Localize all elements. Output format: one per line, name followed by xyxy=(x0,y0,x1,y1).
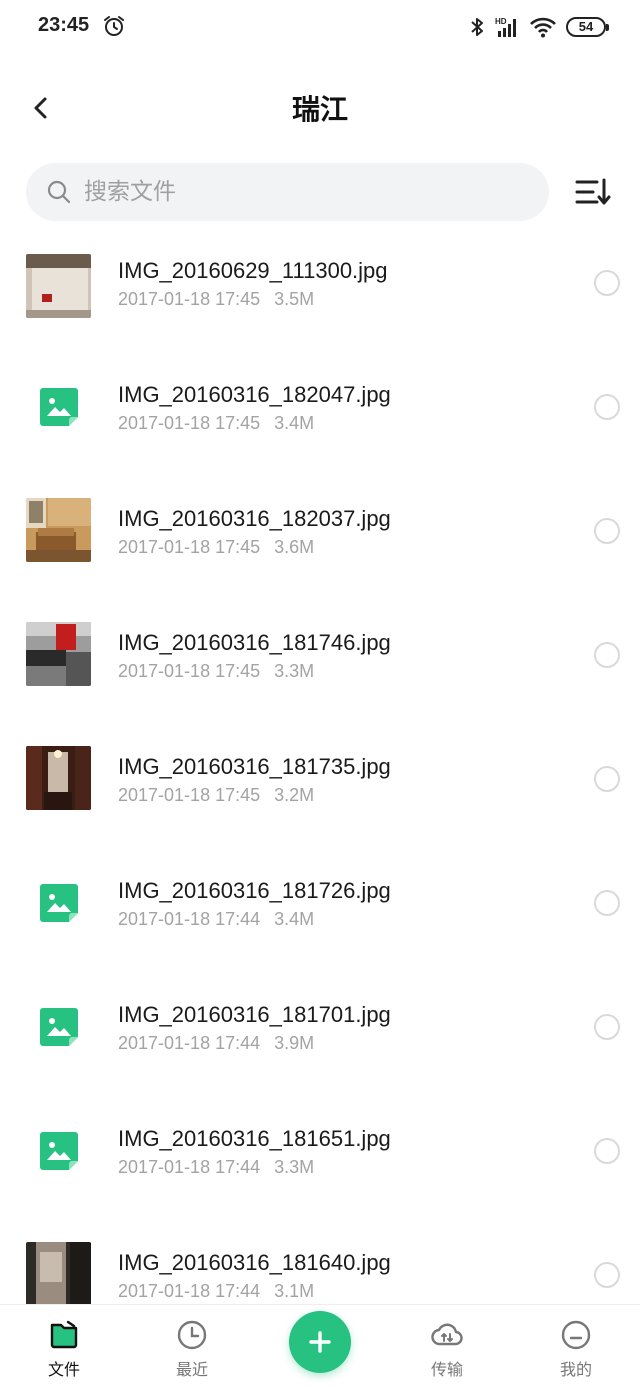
file-size: 3.1M xyxy=(274,1281,315,1301)
nav-label-transfer: 传输 xyxy=(430,1360,463,1379)
photo-bathroom-icon xyxy=(26,1242,91,1304)
file-size: 3.9M xyxy=(274,1033,315,1053)
plus-icon xyxy=(309,1331,331,1353)
file-row[interactable]: IMG_20160316_182037.jpg 2017-01-18 17:45… xyxy=(0,478,640,602)
file-meta: 2017-01-18 17:45 3.5M xyxy=(118,289,314,310)
file-date: 2017-01-18 17:45 xyxy=(118,785,261,805)
cloud-transfer-icon xyxy=(431,1323,463,1346)
file-date: 2017-01-18 17:45 xyxy=(118,413,261,433)
photo-kitchen-icon xyxy=(26,622,91,686)
file-name: IMG_20160316_181701.jpg xyxy=(118,1002,391,1027)
file-name: IMG_20160316_181726.jpg xyxy=(118,878,391,903)
image-file-icon xyxy=(40,388,78,426)
nav-item-transfer[interactable]: 传输 xyxy=(397,1305,497,1387)
status-bar: 23:45 HD 54 xyxy=(0,0,640,54)
file-meta: 2017-01-18 17:44 3.9M xyxy=(118,1033,314,1054)
file-date: 2017-01-18 17:44 xyxy=(118,1281,261,1301)
file-size: 3.2M xyxy=(274,785,315,805)
file-row[interactable]: IMG_20160629_111300.jpg 2017-01-18 17:45… xyxy=(0,230,640,354)
file-meta: 2017-01-18 17:44 3.4M xyxy=(118,909,314,930)
search-input[interactable] xyxy=(84,179,484,205)
file-meta: 2017-01-18 17:45 3.3M xyxy=(118,661,314,682)
file-row[interactable]: IMG_20160316_181651.jpg 2017-01-18 17:44… xyxy=(0,1098,640,1222)
file-size: 3.3M xyxy=(274,1157,315,1177)
file-date: 2017-01-18 17:45 xyxy=(118,661,261,681)
nav-item-files[interactable]: 文件 xyxy=(14,1305,114,1387)
file-size: 3.3M xyxy=(274,661,315,681)
bluetooth-icon xyxy=(471,18,483,36)
file-name: IMG_20160629_111300.jpg xyxy=(118,258,388,283)
file-row[interactable]: IMG_20160316_181746.jpg 2017-01-18 17:45… xyxy=(0,602,640,726)
select-checkbox[interactable] xyxy=(594,766,620,792)
file-meta: 2017-01-18 17:44 3.1M xyxy=(118,1281,314,1302)
file-size: 3.4M xyxy=(274,413,315,433)
wifi-icon xyxy=(530,17,556,38)
select-checkbox[interactable] xyxy=(594,1014,620,1040)
folder-icon xyxy=(50,1320,78,1349)
file-name: IMG_20160316_182037.jpg xyxy=(118,506,391,531)
file-date: 2017-01-18 17:45 xyxy=(118,289,261,309)
select-checkbox[interactable] xyxy=(594,394,620,420)
select-checkbox[interactable] xyxy=(594,642,620,668)
select-checkbox[interactable] xyxy=(594,1138,620,1164)
file-size: 3.4M xyxy=(274,909,315,929)
select-checkbox[interactable] xyxy=(594,518,620,544)
hd-signal-icon: HD xyxy=(495,17,516,37)
file-date: 2017-01-18 17:45 xyxy=(118,537,261,557)
nav-label-recent: 最近 xyxy=(175,1360,208,1379)
photo-bed-icon xyxy=(26,254,91,318)
file-meta: 2017-01-18 17:45 3.6M xyxy=(118,537,314,558)
file-date: 2017-01-18 17:44 xyxy=(118,909,261,929)
file-row[interactable]: IMG_20160316_181640.jpg 2017-01-18 17:44… xyxy=(0,1222,640,1304)
file-meta: 2017-01-18 17:45 3.2M xyxy=(118,785,314,806)
file-row[interactable]: IMG_20160316_181726.jpg 2017-01-18 17:44… xyxy=(0,850,640,974)
file-row[interactable]: IMG_20160316_181701.jpg 2017-01-18 17:44… xyxy=(0,974,640,1098)
profile-icon xyxy=(561,1320,591,1350)
photo-room-icon xyxy=(26,498,91,562)
status-time: 23:45 xyxy=(38,14,90,36)
file-row[interactable]: IMG_20160316_181735.jpg 2017-01-18 17:45… xyxy=(0,726,640,850)
image-file-icon xyxy=(40,884,78,922)
nav-label-files: 文件 xyxy=(47,1360,80,1379)
nav-item-recent[interactable]: 最近 xyxy=(142,1305,242,1387)
add-button[interactable] xyxy=(289,1311,351,1373)
battery-icon: 54 xyxy=(566,17,609,37)
nav-label-mine: 我的 xyxy=(559,1360,592,1379)
file-date: 2017-01-18 17:44 xyxy=(118,1033,261,1053)
svg-text:HD: HD xyxy=(495,17,507,26)
sort-icon[interactable] xyxy=(574,176,612,208)
file-name: IMG_20160316_182047.jpg xyxy=(118,382,391,407)
file-row[interactable]: IMG_20160316_182047.jpg 2017-01-18 17:45… xyxy=(0,354,640,478)
select-checkbox[interactable] xyxy=(594,270,620,296)
select-checkbox[interactable] xyxy=(594,890,620,916)
file-name: IMG_20160316_181651.jpg xyxy=(118,1126,391,1151)
file-meta: 2017-01-18 17:45 3.4M xyxy=(118,413,314,434)
file-date: 2017-01-18 17:44 xyxy=(118,1157,261,1177)
file-name: IMG_20160316_181735.jpg xyxy=(118,754,391,779)
search-icon xyxy=(47,180,71,204)
image-file-icon xyxy=(40,1008,78,1046)
status-icons: HD 54 xyxy=(470,14,609,40)
image-file-icon xyxy=(40,1132,78,1170)
file-name: IMG_20160316_181640.jpg xyxy=(118,1250,391,1275)
file-list[interactable]: IMG_20160629_111300.jpg 2017-01-18 17:45… xyxy=(0,230,640,1304)
clock-icon xyxy=(177,1320,207,1350)
select-checkbox[interactable] xyxy=(594,1262,620,1288)
nav-item-mine[interactable]: 我的 xyxy=(526,1305,626,1387)
file-meta: 2017-01-18 17:44 3.3M xyxy=(118,1157,314,1178)
file-size: 3.5M xyxy=(274,289,315,309)
file-size: 3.6M xyxy=(274,537,315,557)
page-title: 瑞江 xyxy=(291,93,348,126)
search-bar[interactable] xyxy=(26,163,549,221)
alarm-icon xyxy=(104,16,124,36)
photo-hallway-icon xyxy=(26,746,91,810)
file-name: IMG_20160316_181746.jpg xyxy=(118,630,391,655)
